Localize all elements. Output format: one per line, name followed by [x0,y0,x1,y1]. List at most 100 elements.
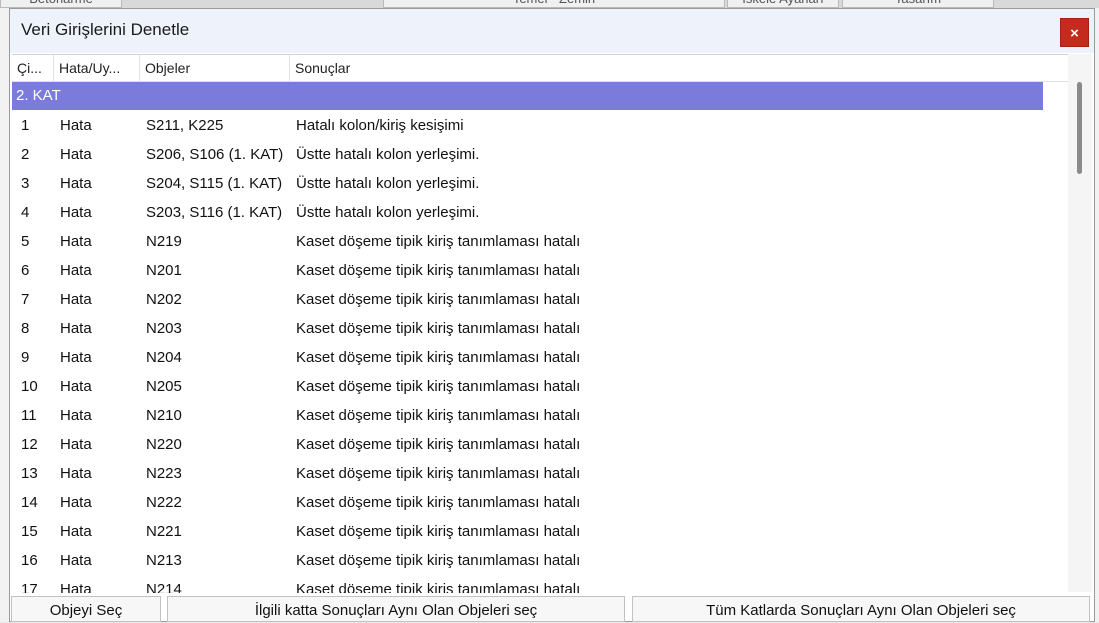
row-result: Kaset döşeme tipik kiriş tanımlaması hat… [296,291,581,308]
row-type: Hata [60,262,92,279]
dialog-title: Veri Girişlerini Denetle [21,20,190,39]
table-row[interactable]: 3 Hata S204, S115 (1. KAT) Üstte hatalı kol… [12,169,1043,198]
row-type: Hata [60,494,92,511]
row-objects: N220 [146,436,182,453]
row-result: Kaset döşeme tipik kiriş tanımlaması hat… [296,581,581,593]
results-list[interactable]: Çi... Hata/Uy... Objeler Sonuçlar 2. KAT… [12,54,1068,593]
row-number: 16 [21,552,38,569]
select-all-floors-button[interactable]: Tüm Katlarda Sonuçları Aynı Olan Objeler… [632,596,1090,622]
row-objects: N204 [146,349,182,366]
row-result: Üstte hatalı kolon yerleşimi. [296,204,480,221]
list-rows: 1 Hata S211, K225 Hatalı kolon/kiriş kesişi… [12,111,1043,593]
row-type: Hata [60,233,92,250]
scrollbar-thumb[interactable] [1077,82,1082,174]
background-tab: Betonarme [0,0,122,8]
table-row[interactable]: 10 Hata N205 Kaset döşeme tipik kiriş tanım… [12,372,1043,401]
row-number: 11 [21,407,37,424]
row-type: Hata [60,465,92,482]
row-result: Kaset döşeme tipik kiriş tanımlaması hat… [296,262,581,279]
row-objects: S203, S116 (1. KAT) [146,204,283,221]
select-same-floor-button[interactable]: İlgili katta Sonuçları Aynı Olan Objeler… [167,596,625,622]
dialog-titlebar[interactable]: Veri Girişlerini Denetle × [10,9,1094,53]
row-number: 6 [21,262,30,279]
group-row-floor[interactable]: 2. KAT [12,82,1043,110]
table-row[interactable]: 4 Hata S203, S116 (1. KAT) Üstte hatalı kol… [12,198,1043,227]
row-objects: N214 [146,581,182,593]
row-result: Hatalı kolon/kiriş kesişimi [296,117,464,134]
row-number: 2 [21,146,30,163]
table-row[interactable]: 8 Hata N203 Kaset döşeme tipik kiriş tanıml… [12,314,1043,343]
column-header-results[interactable]: Sonuçlar [290,55,1043,81]
row-type: Hata [60,407,92,424]
background-left-panel [0,8,9,622]
row-number: 14 [21,494,38,511]
background-tab: Tasarım [842,0,994,8]
table-row[interactable]: 7 Hata N202 Kaset döşeme tipik kiriş tanıml… [12,285,1043,314]
row-type: Hata [60,291,92,308]
row-objects: S206, S106 (1. KAT) [146,146,284,163]
row-number: 9 [21,349,30,366]
table-row[interactable]: 5 Hata N219 Kaset döşeme tipik kiriş tanıml… [12,227,1043,256]
table-row[interactable]: 6 Hata N201 Kaset döşeme tipik kiriş tanıml… [12,256,1043,285]
row-objects: N210 [146,407,182,424]
row-result: Kaset döşeme tipik kiriş tanımlaması hat… [296,465,581,482]
row-number: 15 [21,523,38,540]
row-type: Hata [60,146,92,163]
row-result: Kaset döşeme tipik kiriş tanımlaması hat… [296,494,581,511]
row-objects: N219 [146,233,182,250]
button-bar: Objeyi Seç İlgili katta Sonuçları Aynı O… [10,594,1094,623]
table-row[interactable]: 14 Hata N222 Kaset döşeme tipik kiriş tanım… [12,488,1043,517]
row-number: 10 [21,378,38,395]
row-objects: S204, S115 (1. KAT) [146,175,283,192]
row-objects: N223 [146,465,182,482]
row-objects: N222 [146,494,182,511]
row-objects: N201 [146,262,182,279]
background-tab: İskele Ayarları [727,0,839,8]
row-type: Hata [60,436,92,453]
row-result: Kaset döşeme tipik kiriş tanımlaması hat… [296,233,581,250]
row-type: Hata [60,204,92,221]
row-objects: N203 [146,320,182,337]
row-number: 5 [21,233,30,250]
close-icon: × [1070,25,1079,42]
row-result: Kaset döşeme tipik kiriş tanımlaması hat… [296,320,581,337]
table-row[interactable]: 11 Hata N210 Kaset döşeme tipik kiriş tanım… [12,401,1043,430]
row-number: 17 [21,581,38,593]
row-objects: N202 [146,291,182,308]
background-tab-strip: Betonarme Temel - Zemin İskele Ayarları … [0,0,1099,8]
vertical-scrollbar[interactable] [1068,54,1092,592]
row-type: Hata [60,552,92,569]
row-number: 3 [21,175,30,192]
row-type: Hata [60,349,92,366]
row-result: Üstte hatalı kolon yerleşimi. [296,175,480,192]
row-number: 1 [21,117,30,134]
table-row[interactable]: 16 Hata N213 Kaset döşeme tipik kiriş tanım… [12,546,1043,575]
select-object-button[interactable]: Objeyi Seç [11,596,161,622]
row-type: Hata [60,320,92,337]
row-result: Kaset döşeme tipik kiriş tanımlaması hat… [296,349,581,366]
row-number: 7 [21,291,30,308]
table-row[interactable]: 17 Hata N214 Kaset döşeme tipik kiriş tanım… [12,575,1043,593]
list-header: Çi... Hata/Uy... Objeler Sonuçlar [12,55,1068,82]
row-number: 8 [21,320,30,337]
table-row[interactable]: 2 Hata S206, S106 (1. KAT) Üstte hatalı kol… [12,140,1043,169]
row-objects: S211, K225 [146,117,224,134]
row-type: Hata [60,378,92,395]
column-header-number[interactable]: Çi... [12,55,54,81]
column-header-type[interactable]: Hata/Uy... [54,55,140,81]
table-row[interactable]: 15 Hata N221 Kaset döşeme tipik kiriş tanım… [12,517,1043,546]
row-result: Üstte hatalı kolon yerleşimi. [296,146,480,163]
row-objects: N213 [146,552,182,569]
row-number: 4 [21,204,30,221]
table-row[interactable]: 1 Hata S211, K225 Hatalı kolon/kiriş kesişi… [12,111,1043,140]
row-result: Kaset döşeme tipik kiriş tanımlaması hat… [296,523,581,540]
column-header-objects[interactable]: Objeler [140,55,290,81]
row-result: Kaset döşeme tipik kiriş tanımlaması hat… [296,436,581,453]
table-row[interactable]: 12 Hata N220 Kaset döşeme tipik kiriş tanım… [12,430,1043,459]
row-objects: N205 [146,378,182,395]
close-button[interactable]: × [1060,18,1089,47]
row-result: Kaset döşeme tipik kiriş tanımlaması hat… [296,552,581,569]
table-row[interactable]: 9 Hata N204 Kaset döşeme tipik kiriş tanıml… [12,343,1043,372]
table-row[interactable]: 13 Hata N223 Kaset döşeme tipik kiriş tanım… [12,459,1043,488]
row-number: 12 [21,436,38,453]
